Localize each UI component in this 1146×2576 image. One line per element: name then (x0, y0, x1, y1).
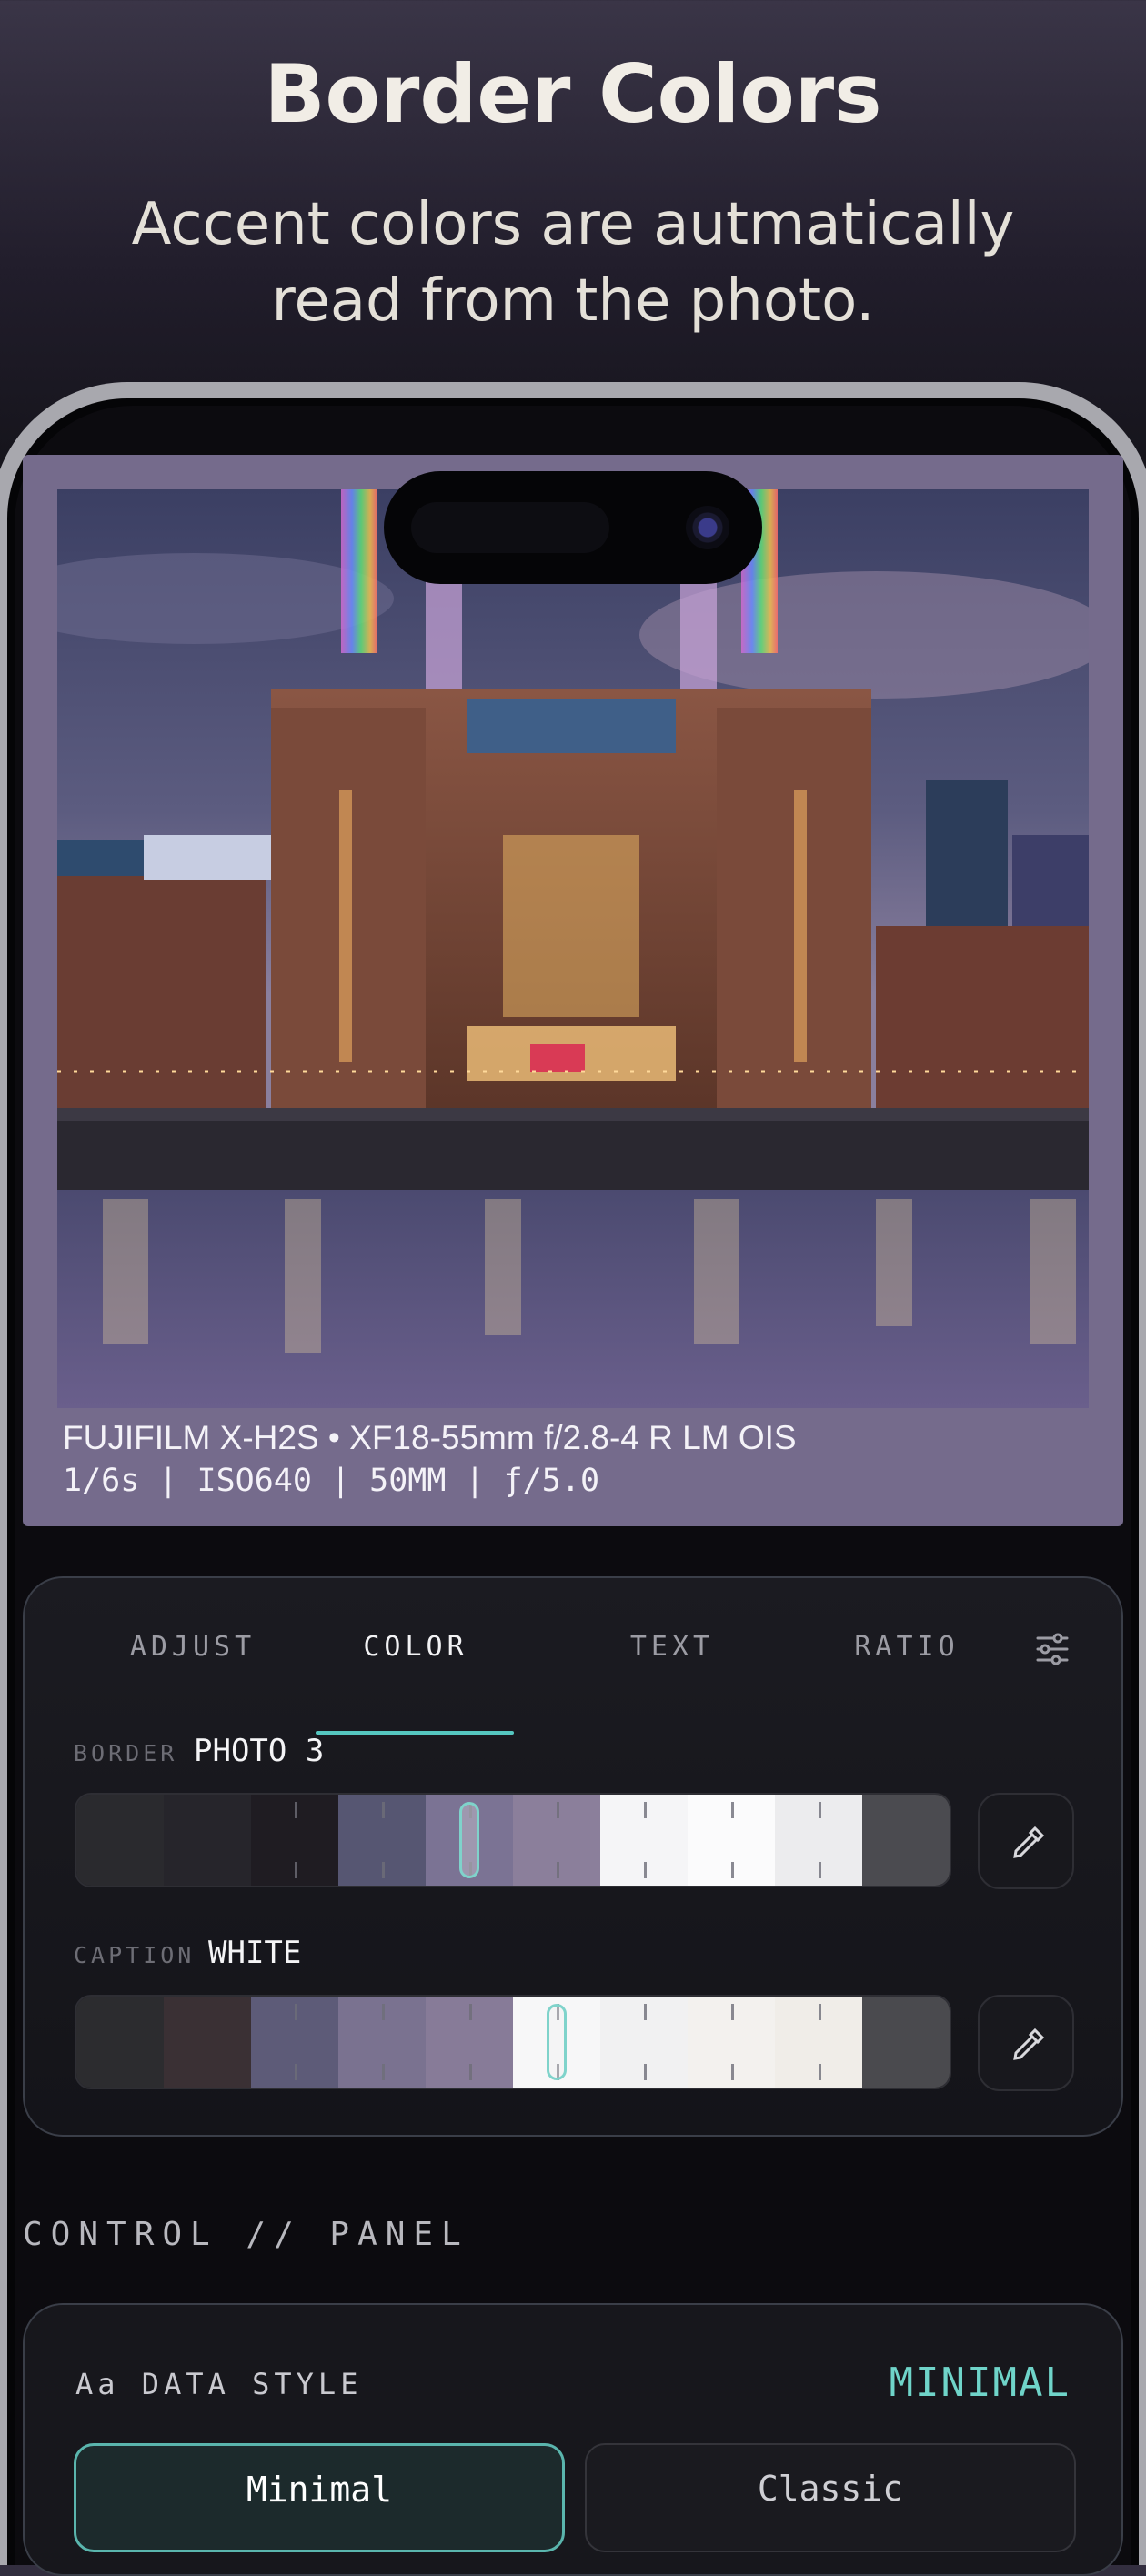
swatch-tick (819, 1862, 821, 1878)
color-swatch[interactable] (600, 1997, 688, 2088)
swatch-tick (731, 2004, 734, 2020)
swatch-tick (819, 1802, 821, 1818)
caption-label: CAPTION (74, 1942, 196, 1968)
headline: Border Colors (264, 47, 882, 141)
data-style-panel: Aa DATA STYLE MINIMAL Minimal Classic (23, 2303, 1123, 2576)
style-option-classic[interactable]: Classic (585, 2443, 1076, 2552)
eyedropper-icon (1013, 1826, 1045, 1858)
data-style-label: Aa DATA STYLE (75, 2367, 363, 2401)
subtitle: Accent colors are autmatically read from… (91, 186, 1055, 339)
style-option-minimal[interactable]: Minimal (74, 2443, 565, 2552)
color-swatch[interactable] (338, 1997, 426, 2088)
swatch-tick (469, 2064, 472, 2080)
swatch-tick (819, 2064, 821, 2080)
swatch-tick (382, 2064, 385, 2080)
swatch-selector-handle[interactable] (547, 2004, 567, 2080)
color-swatch[interactable] (76, 1795, 164, 1886)
swatch-tick (557, 1862, 559, 1878)
swatch-tick (382, 1862, 385, 1878)
tab-bar: ADJUST COLOR TEXT RATIO (25, 1631, 1034, 1735)
subtitle-line-1: Accent colors are autmatically (131, 191, 1015, 258)
tab-ratio[interactable]: RATIO (807, 1631, 1007, 1663)
swatch-tick (382, 1802, 385, 1818)
color-swatch[interactable] (600, 1795, 688, 1886)
photo-card[interactable]: FUJIFILM X-H2S • XF18-55mm f/2.8-4 R LM … (23, 455, 1123, 1526)
border-label: BORDER (74, 1740, 178, 1766)
caption-color-strip[interactable] (75, 1995, 951, 2089)
tab-text[interactable]: TEXT (572, 1631, 772, 1663)
border-eyedropper-button[interactable] (978, 1793, 1074, 1889)
color-swatch[interactable] (251, 1997, 338, 2088)
color-swatch[interactable] (338, 1795, 426, 1886)
swatch-tick (644, 1802, 647, 1818)
swatch-tick (295, 2064, 297, 2080)
color-swatch[interactable] (862, 1795, 950, 1886)
swatch-tick (295, 2004, 297, 2020)
tab-adjust[interactable]: ADJUST (93, 1631, 293, 1663)
swatch-selector-handle[interactable] (459, 1802, 479, 1878)
caption-exposure: 1/6s | ISO640 | 50MM | ƒ/5.0 (63, 1463, 600, 1499)
color-swatch[interactable] (688, 1795, 775, 1886)
active-tab-indicator (316, 1731, 514, 1735)
border-color-strip[interactable] (75, 1793, 951, 1887)
swatch-tick (295, 1862, 297, 1878)
color-swatch[interactable] (513, 1795, 600, 1886)
eyedropper-icon (1013, 2028, 1045, 2060)
color-swatch[interactable] (513, 1997, 600, 2088)
caption-camera: FUJIFILM X-H2S • XF18-55mm f/2.8-4 R LM … (63, 1419, 797, 1456)
caption-value: WHITE (208, 1935, 302, 1971)
dynamic-island (384, 471, 762, 584)
photo-illustration (57, 489, 1089, 1408)
color-swatch[interactable] (426, 1997, 513, 2088)
swatch-tick (731, 1802, 734, 1818)
caption-eyedropper-button[interactable] (978, 1995, 1074, 2091)
swatch-tick (819, 2004, 821, 2020)
border-value: PHOTO 3 (194, 1733, 325, 1769)
swatch-tick (644, 1862, 647, 1878)
color-swatch[interactable] (688, 1997, 775, 2088)
swatch-tick (731, 1862, 734, 1878)
tab-color[interactable]: COLOR (316, 1631, 516, 1663)
color-swatch[interactable] (164, 1795, 251, 1886)
swatch-tick (295, 1802, 297, 1818)
color-swatch[interactable] (862, 1997, 950, 2088)
swatch-tick (731, 2064, 734, 2080)
color-swatch[interactable] (775, 1795, 862, 1886)
swatch-tick (382, 2004, 385, 2020)
control-panel-title: CONTROL // PANEL (23, 2216, 469, 2253)
subtitle-line-2: read from the photo. (271, 267, 875, 335)
color-swatch[interactable] (251, 1795, 338, 1886)
color-swatch[interactable] (775, 1997, 862, 2088)
color-panel: ADJUST COLOR TEXT RATIO BORDER PHOTO 3 C… (23, 1576, 1123, 2137)
swatch-tick (644, 2004, 647, 2020)
data-style-value: MINIMAL (889, 2360, 1071, 2406)
photo (57, 489, 1089, 1408)
swatch-tick (557, 1802, 559, 1818)
swatch-tick (644, 2064, 647, 2080)
color-swatch[interactable] (426, 1795, 513, 1886)
camera-lens-icon (686, 506, 729, 549)
island-pill (411, 502, 609, 553)
color-swatch[interactable] (164, 1997, 251, 2088)
color-swatch[interactable] (76, 1997, 164, 2088)
sliders-icon[interactable] (1034, 1631, 1071, 1667)
swatch-tick (469, 2004, 472, 2020)
